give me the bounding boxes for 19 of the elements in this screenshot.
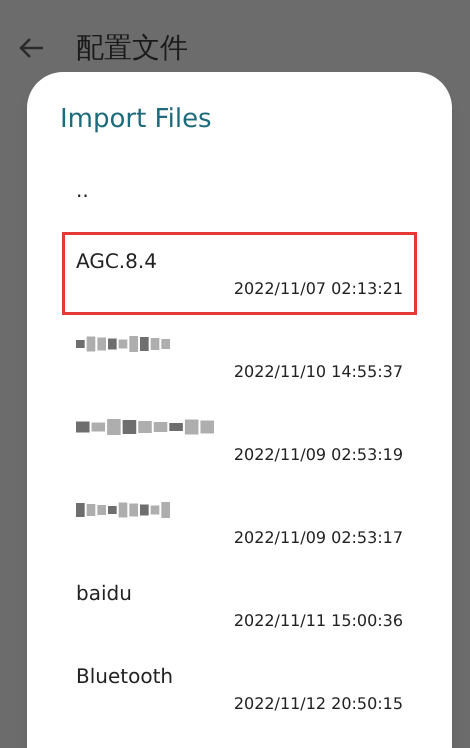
file-date: 2022/11/11 15:00:36 — [234, 610, 403, 632]
file-date: 2022/11/09 02:53:17 — [234, 527, 403, 549]
file-date: 2022/11/07 02:13:21 — [234, 278, 403, 300]
file-item[interactable]: Bluetooth 2022/11/12 20:50:15 — [62, 647, 417, 730]
file-item[interactable]: 2022/11/10 14:55:37 — [62, 315, 417, 398]
file-item[interactable]: 2022/11/09 02:53:19 — [62, 398, 417, 481]
screen-title: 配置文件 — [76, 30, 188, 66]
file-item[interactable]: 2022/11/09 02:53:17 — [62, 481, 417, 564]
file-name: Bluetooth — [76, 663, 174, 690]
parent-folder-item[interactable]: .. — [62, 162, 417, 232]
file-date: 2022/11/10 14:55:37 — [234, 361, 403, 383]
file-date: 2022/11/09 02:53:19 — [234, 444, 403, 466]
file-name: baidu — [76, 580, 132, 607]
file-item[interactable]: baidu 2022/11/11 15:00:36 — [62, 564, 417, 647]
file-name: AGC.8.4 — [76, 248, 157, 275]
file-date: 2022/11/12 20:50:15 — [234, 693, 403, 715]
back-arrow-icon[interactable] — [18, 37, 44, 59]
file-item[interactable]: AGC.8.4 2022/11/07 02:13:21 — [62, 232, 417, 315]
dialog-title: Import Files — [60, 104, 212, 134]
